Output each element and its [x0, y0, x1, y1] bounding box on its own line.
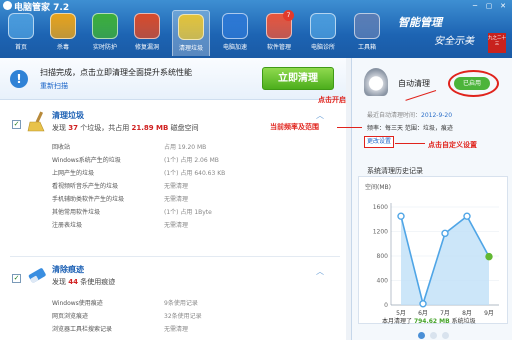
traces-row[interactable]: Windows使用痕迹 [52, 298, 103, 307]
y-axis-label: 空间(MB) [365, 183, 391, 191]
last-auto-clean: 最近自动清理时间：2012-9-20 [367, 112, 453, 119]
junk-row-value: (1个) 占用 1Byte [164, 209, 212, 216]
broom-icon [27, 111, 45, 132]
data-point [485, 252, 493, 261]
info-icon: ! [10, 70, 28, 88]
lightning-shield-icon [50, 13, 76, 39]
slogan-line1: 智能管理 [398, 16, 442, 29]
annotation-custom: 点击自定义设置 [428, 141, 477, 149]
data-point [441, 229, 449, 238]
junk-row-value: (1个) 占用 640.63 KB [164, 170, 226, 177]
nav-pc-clinic[interactable]: 电脑诊所 [304, 10, 342, 56]
traces-section: ✓ 清除痕迹 发现 44 条使用痕迹 ︿ Windows使用痕迹 9条使用记录 网… [0, 260, 350, 340]
junk-row[interactable]: 上网产生的垃圾 [52, 168, 94, 177]
traces-summary: 发现 44 条使用痕迹 [52, 278, 116, 286]
page-dot[interactable] [442, 332, 449, 339]
nav-fix-vulnerability[interactable]: 修复漏洞 [128, 10, 166, 56]
section-divider [10, 256, 340, 257]
patch-icon [134, 13, 160, 39]
page-dot[interactable] [418, 332, 425, 339]
home-icon [8, 13, 34, 39]
slogan: 智能管理 安全示美 [390, 12, 500, 52]
nav-speed-up[interactable]: 电脑加速 [216, 10, 254, 56]
page-dot[interactable] [430, 332, 437, 339]
frequency-scope: 频率：每三天 范围：垃圾，痕迹 [367, 125, 453, 132]
history-chart: 空间(MB) 0 400 800 1200 1600 5月 6月 7月 8月 9月 [358, 176, 508, 324]
junk-row-value: (1个) 占用 2.06 MB [164, 157, 219, 164]
top-bar: 电脑管家 7.2 ─ ▢ ✕ 首页 杀毒 实时防护 修复漏洞 清理垃圾 电脑加速… [0, 0, 512, 58]
data-point [463, 212, 471, 220]
traces-row[interactable]: 浏览器工具栏搜索记录 [52, 324, 112, 333]
broom-icon [178, 14, 204, 40]
app-logo [3, 1, 12, 10]
y-tick-label: 0 [384, 302, 388, 309]
nav-home[interactable]: 首页 [2, 10, 40, 56]
data-point [419, 300, 427, 308]
history-title: 系统清理历史记录 [367, 167, 423, 175]
traces-row-value: 无需清理 [164, 326, 189, 333]
nav-toolbox[interactable]: 工具箱 [348, 10, 386, 56]
junk-row-value: 无需清理 [164, 183, 189, 190]
monitor-icon [310, 13, 336, 39]
auto-clean-title: 自动清理 [398, 79, 430, 88]
nav-software-manager[interactable]: 7 软件管理 [260, 10, 298, 56]
alarm-clock-icon [364, 68, 388, 96]
junk-row[interactable]: 手机辅助类软件产生的垃圾 [52, 194, 124, 203]
promo-ribbon[interactable]: 九之二十三 [488, 33, 506, 53]
junk-title: 清理垃圾 [52, 111, 84, 120]
month-summary: 本月清理了 794.62 MB 系统垃圾 [382, 318, 476, 325]
collapse-icon[interactable]: ︿ [316, 266, 324, 277]
annotation-line [337, 127, 362, 128]
junk-row[interactable]: 其他常用软件垃圾 [52, 207, 100, 216]
clean-panel: ! 扫描完成，点击立即清理全面提升系统性能 重新扫描 立即清理 ✓ 清理垃圾 发… [0, 58, 350, 340]
traces-checkbox[interactable]: ✓ [12, 274, 21, 283]
junk-checkbox[interactable]: ✓ [12, 120, 21, 129]
annotation-open: 点击开启 [318, 96, 346, 104]
highlight-circle [448, 70, 499, 97]
rocket-icon [222, 13, 248, 39]
collapse-icon[interactable]: ︿ [316, 110, 324, 121]
annotation-freq: 当前频率及范围 [270, 123, 319, 131]
toolbox-icon [354, 13, 380, 39]
nav-antivirus[interactable]: 杀毒 [44, 10, 82, 56]
traces-row-value: 9条使用记录 [164, 300, 198, 307]
eraser-icon [28, 268, 46, 283]
y-tick-label: 1600 [373, 204, 388, 211]
nav-realtime-protection[interactable]: 实时防护 [86, 10, 124, 56]
auto-clean-panel: 自动清理 已启用 最近自动清理时间：2012-9-20 频率：每三天 范围：垃圾… [351, 58, 512, 340]
slogan-line2: 安全示美 [434, 36, 474, 47]
clean-now-button[interactable]: 立即清理 [262, 67, 334, 90]
area-fill [401, 216, 489, 305]
junk-row[interactable]: Windows系统产生的垃圾 [52, 155, 121, 164]
junk-row-value: 无需清理 [164, 196, 189, 203]
rescan-link[interactable]: 重新扫描 [40, 81, 68, 91]
y-tick-label: 400 [377, 278, 389, 285]
update-count-badge: 7 [283, 10, 294, 21]
change-settings-link[interactable]: 更改设置 [364, 136, 394, 148]
shield-icon [92, 13, 118, 39]
x-tick-label: 9月 [484, 310, 494, 317]
junk-row-value: 无需清理 [164, 222, 189, 229]
traces-row[interactable]: 网页浏览痕迹 [52, 311, 88, 320]
minimize-button[interactable]: ─ [470, 2, 480, 11]
y-tick-label: 800 [377, 253, 389, 260]
junk-row[interactable]: 看视频听音乐产生的垃圾 [52, 181, 118, 190]
maximize-button[interactable]: ▢ [484, 2, 494, 11]
nav-clean-junk[interactable]: 清理垃圾 [172, 10, 210, 56]
junk-row[interactable]: 注册表垃圾 [52, 220, 82, 229]
junk-row[interactable]: 回收站 [52, 142, 70, 151]
y-tick-label: 1200 [373, 229, 388, 236]
close-button[interactable]: ✕ [498, 2, 508, 11]
traces-row-value: 32条使用记录 [164, 313, 202, 320]
history-chart-svg: 空间(MB)0400800120016005月 6月 7月 8月 9月 [365, 183, 499, 317]
traces-title: 清除痕迹 [52, 265, 84, 274]
apps-icon: 7 [266, 10, 294, 39]
scan-message: 扫描完成，点击立即清理全面提升系统性能 [40, 68, 192, 77]
annotation-line [395, 143, 425, 144]
scan-status-bar: ! 扫描完成，点击立即清理全面提升系统性能 重新扫描 立即清理 [0, 58, 350, 100]
junk-summary: 发现 37 个垃圾，共占用 21.89 MB 磁盘空间 [52, 124, 199, 132]
data-point [397, 212, 405, 220]
junk-row-value: 占用 19.20 MB [164, 144, 207, 151]
